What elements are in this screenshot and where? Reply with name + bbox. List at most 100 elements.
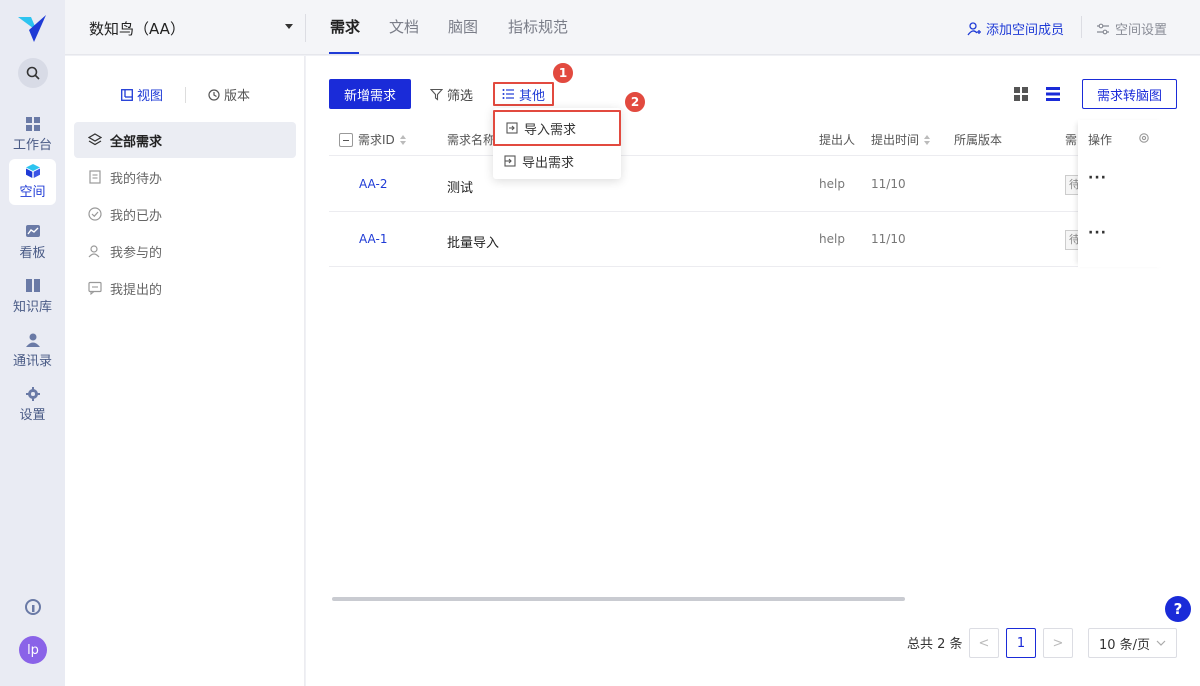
tab-mindmap[interactable]: 脑图 <box>448 16 478 37</box>
more-actions-button[interactable]: ··· <box>1088 170 1107 186</box>
convert-to-mindmap-button[interactable]: 需求转脑图 <box>1082 79 1177 109</box>
filter-button[interactable]: 筛选 <box>430 85 473 104</box>
step-badge-2: 2 <box>624 91 646 113</box>
submit-time: 11/10 <box>871 177 906 191</box>
message-icon <box>88 281 102 295</box>
requirement-id-link[interactable]: AA-2 <box>359 177 387 191</box>
rail-item-board[interactable]: 看板 <box>9 220 56 266</box>
col-label: 需 <box>1065 133 1078 147</box>
other-label: 其他 <box>519 88 546 104</box>
divider <box>185 86 187 103</box>
page-size-select[interactable]: 10 条/页 <box>1088 628 1177 658</box>
sidebar-item-label: 我参与的 <box>110 245 163 261</box>
space-settings-button[interactable]: 空间设置 <box>1096 19 1167 38</box>
rail-item-label: 知识库 <box>12 300 52 315</box>
search-icon <box>26 66 40 80</box>
requirement-id-link[interactable]: AA-1 <box>359 232 387 246</box>
col-submitter: 提出人 <box>819 131 855 148</box>
search-button[interactable] <box>18 58 48 88</box>
rail-item-contacts[interactable]: 通讯录 <box>9 328 56 374</box>
page-1-button[interactable]: 1 <box>1006 628 1036 658</box>
help-button[interactable]: ? <box>1165 596 1191 622</box>
dashboard-icon <box>25 117 40 131</box>
grid-view-icon[interactable] <box>1014 87 1028 101</box>
col-status: 需 <box>1065 131 1077 148</box>
sidebar-item-participated[interactable]: 我参与的 <box>74 233 296 269</box>
requirement-name[interactable]: 测试 <box>447 177 473 196</box>
status-badge: 待 <box>1065 230 1079 250</box>
import-requirements-item[interactable]: 导入需求 <box>493 110 621 146</box>
clipboard-icon <box>89 170 101 184</box>
import-icon <box>506 122 518 134</box>
tab-metrics-spec[interactable]: 指标规范 <box>508 16 568 37</box>
tab-documents[interactable]: 文档 <box>389 16 419 37</box>
operations-column: 操作 ··· ··· <box>1078 120 1167 267</box>
table-header: 需求ID 需求名称 提出人 提出时间 所属版本 需 <box>329 120 1167 156</box>
other-button[interactable]: 其他 <box>493 82 555 106</box>
requirements-sidebar: 视图 版本 全部需求 我的待办 我的已办 我参与的 我提出的 <box>65 56 305 686</box>
caret-down-icon[interactable] <box>285 24 293 29</box>
sidebar-item-label: 全部需求 <box>110 134 163 150</box>
table-row[interactable]: AA-1 批量导入 help 11/10 待 <box>329 212 1167 267</box>
view-icon <box>121 88 133 101</box>
gear-icon <box>25 387 40 401</box>
submitter: help <box>819 177 845 191</box>
filter-icon <box>430 88 443 101</box>
sidebar-item-label: 我的已办 <box>110 208 163 224</box>
add-member-label: 添加空间成员 <box>986 23 1065 38</box>
space-settings-label: 空间设置 <box>1115 23 1168 38</box>
rail-item-label: 看板 <box>19 246 46 261</box>
next-page-button[interactable]: > <box>1043 628 1073 658</box>
sidebar-item-submitted[interactable]: 我提出的 <box>74 270 296 306</box>
column-settings-icon[interactable] <box>1138 132 1150 144</box>
prev-page-button[interactable]: < <box>969 628 999 658</box>
new-requirement-button[interactable]: 新增需求 <box>329 79 411 109</box>
export-requirements-item[interactable]: 导出需求 <box>493 146 621 176</box>
rail-item-space[interactable]: 空间 <box>9 159 56 205</box>
rail-item-label: 空间 <box>19 185 46 200</box>
version-label: 版本 <box>224 89 251 104</box>
sidebar-item-all[interactable]: 全部需求 <box>74 122 296 158</box>
rail-item-label: 通讯录 <box>12 354 52 369</box>
contacts-icon <box>25 333 40 347</box>
sidebar-item-label: 我的待办 <box>110 171 163 187</box>
sort-icon[interactable] <box>399 134 406 145</box>
col-label: 提出人 <box>819 133 856 147</box>
requirement-name[interactable]: 批量导入 <box>447 232 499 251</box>
rail-item-knowledge[interactable]: 知识库 <box>9 274 56 320</box>
col-submit-time[interactable]: 提出时间 <box>871 131 931 148</box>
list-view-icon[interactable] <box>1046 87 1060 101</box>
table-row[interactable]: AA-2 测试 help 11/10 待 <box>329 157 1167 212</box>
sort-icon[interactable] <box>924 134 931 145</box>
horizontal-scrollbar[interactable] <box>332 597 905 601</box>
submitter: help <box>819 232 845 246</box>
sidebar-item-todo[interactable]: 我的待办 <box>74 159 296 195</box>
history-icon <box>208 88 220 101</box>
sidebar-item-done[interactable]: 我的已办 <box>74 196 296 232</box>
export-icon <box>504 155 516 167</box>
col-id[interactable]: 需求ID <box>339 131 406 148</box>
more-actions-button[interactable]: ··· <box>1088 225 1107 241</box>
workspace-name[interactable]: 数知鸟（AA） <box>89 18 185 39</box>
col-label: 需求ID <box>358 133 395 147</box>
select-all-checkbox[interactable] <box>339 132 353 147</box>
view-option[interactable]: 视图 <box>121 85 163 104</box>
page-size-value: 10 条/页 <box>1099 637 1151 653</box>
check-circle-icon <box>88 207 102 221</box>
tab-requirements[interactable]: 需求 <box>330 16 360 37</box>
divider <box>305 14 306 42</box>
logo-icon[interactable] <box>17 13 47 43</box>
chart-icon <box>25 225 40 237</box>
col-label: 需求名称 <box>447 133 496 147</box>
menu-item-label: 导入需求 <box>524 122 577 138</box>
rail-item-settings[interactable]: 设置 <box>9 382 56 428</box>
col-operations: 操作 <box>1088 131 1112 148</box>
add-member-button[interactable]: 添加空间成员 <box>967 19 1064 38</box>
avatar[interactable]: lp <box>19 636 47 664</box>
support-icon[interactable] <box>24 598 42 616</box>
rail-item-workbench[interactable]: 工作台 <box>9 112 56 158</box>
users-icon <box>88 245 100 258</box>
version-option[interactable]: 版本 <box>208 85 250 104</box>
rail-item-label: 工作台 <box>12 138 52 153</box>
view-label: 视图 <box>137 89 164 104</box>
